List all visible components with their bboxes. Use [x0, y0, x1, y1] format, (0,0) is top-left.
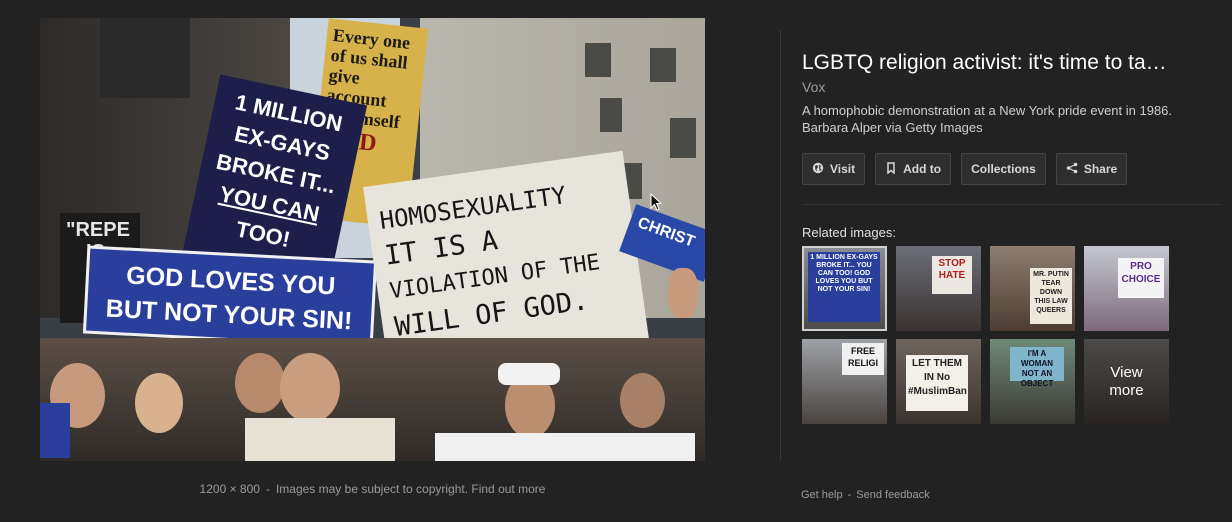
building-window — [600, 98, 622, 132]
main-image[interactable]: Every one of us shall give account of hi… — [40, 18, 705, 461]
find-out-more-link[interactable]: Find out more — [471, 482, 545, 496]
view-more-line: more — [1109, 381, 1144, 399]
share-button[interactable]: Share — [1055, 153, 1128, 185]
action-buttons: Visit Add to Collections Share — [802, 153, 1222, 185]
view-more-label: View more — [1084, 339, 1169, 424]
sign-line: "REPE — [66, 219, 130, 241]
thumbnail-sign: PRO CHOICE — [1118, 258, 1164, 298]
related-image-thumbnail[interactable]: I'M A WOMAN NOT AN OBJECT — [990, 339, 1075, 424]
footer: Get help - Send feedback — [801, 489, 930, 501]
building-window — [650, 48, 676, 82]
related-image-thumbnail[interactable]: MR. PUTIN TEAR DOWN THIS LAW QUEERS — [990, 246, 1075, 331]
sign-god-loves: GOD LOVES YOU BUT NOT YOUR SIN! — [82, 245, 378, 349]
hand — [668, 268, 698, 318]
view-more-line: View — [1110, 363, 1143, 381]
thumbnail-sign: LET THEM IN No #MuslimBan — [906, 355, 968, 411]
share-button-label: Share — [1083, 162, 1118, 176]
traffic-light — [100, 18, 190, 98]
related-image-thumbnail[interactable]: PRO CHOICE — [1084, 246, 1169, 331]
image-source[interactable]: Vox — [802, 79, 1222, 95]
panel-separator — [802, 204, 1222, 205]
thumbnail-sign: I'M A WOMAN NOT AN OBJECT — [1010, 347, 1064, 388]
visit-button[interactable]: Visit — [802, 153, 866, 185]
person — [280, 353, 340, 423]
image-title[interactable]: LGBTQ religion activist: it's time to ta… — [802, 50, 1222, 76]
related-image-thumbnail[interactable]: LET THEM IN No #MuslimBan — [896, 339, 981, 424]
person — [620, 373, 665, 428]
thumbnail-sign: 1 MILLION EX-GAYS BROKE IT... YOU CAN TO… — [808, 252, 880, 322]
get-help-link[interactable]: Get help — [801, 489, 843, 501]
image-dimensions: 1200 × 800 — [199, 482, 260, 496]
thumbnail-sign: STOP HATE — [932, 256, 972, 294]
person-shirt — [435, 433, 695, 461]
mouse-cursor-icon — [650, 192, 663, 216]
description-line: A homophobic demonstration at a New York… — [802, 103, 1173, 118]
add-to-button[interactable]: Add to — [875, 153, 952, 185]
panel-divider — [780, 30, 781, 460]
globe-icon — [812, 162, 824, 177]
blue-sign-small — [40, 403, 70, 458]
visit-button-label: Visit — [830, 162, 856, 176]
separator: - — [265, 482, 270, 496]
image-caption: 1200 × 800- Images may be subject to copy… — [40, 482, 705, 496]
building-window — [585, 43, 611, 77]
building-window — [670, 118, 696, 158]
related-image-thumbnail[interactable]: 1 MILLION EX-GAYS BROKE IT... YOU CAN TO… — [802, 246, 887, 331]
add-to-button-label: Add to — [903, 162, 942, 176]
thumbnail-sign: FREE RELIGI — [842, 343, 884, 375]
image-description: A homophobic demonstration at a New York… — [802, 102, 1222, 136]
related-image-thumbnail[interactable]: STOP HATE — [896, 246, 981, 331]
bookmark-icon — [885, 161, 897, 177]
separator: - — [847, 489, 852, 501]
collections-button[interactable]: Collections — [961, 153, 1046, 185]
collections-button-label: Collections — [971, 162, 1036, 176]
related-images-grid: 1 MILLION EX-GAYS BROKE IT... YOU CAN TO… — [802, 246, 1169, 424]
person — [135, 373, 183, 433]
person-shirt — [245, 418, 395, 461]
person-hat — [498, 363, 560, 385]
image-info-panel: LGBTQ religion activist: it's time to ta… — [802, 50, 1222, 185]
share-icon — [1066, 162, 1078, 177]
description-credit: Barbara Alper via Getty Images — [802, 120, 983, 135]
related-images-label: Related images: — [802, 225, 896, 240]
person — [235, 353, 285, 413]
thumbnail-sign: MR. PUTIN TEAR DOWN THIS LAW QUEERS — [1030, 268, 1072, 324]
copyright-notice: Images may be subject to copyright. — [275, 482, 469, 496]
view-more-thumbnail[interactable]: View more — [1084, 339, 1169, 424]
send-feedback-link[interactable]: Send feedback — [856, 489, 929, 501]
related-image-thumbnail[interactable]: FREE RELIGI — [802, 339, 887, 424]
